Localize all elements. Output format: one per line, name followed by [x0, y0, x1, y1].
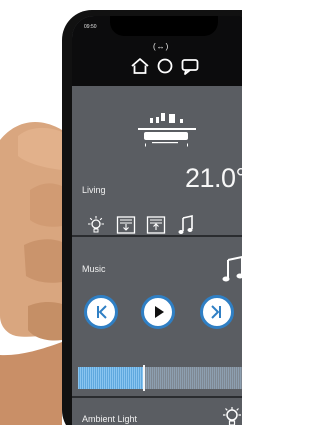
previous-button[interactable] [84, 295, 118, 329]
ambient-light-icon[interactable] [220, 405, 242, 425]
notch [110, 16, 218, 36]
music-progress-bar[interactable] [78, 365, 242, 391]
circle-icon[interactable] [156, 57, 174, 75]
music-label: Music [82, 264, 106, 274]
living-label: Living [82, 185, 106, 195]
temperature-readout: 21.0° [185, 163, 242, 193]
chat-icon[interactable] [180, 56, 200, 76]
stage: 09:50 ... (↔) [0, 0, 242, 425]
phone-screen: 09:50 ... (↔) [72, 16, 242, 425]
next-icon [211, 305, 221, 319]
previous-icon [97, 305, 107, 319]
next-button[interactable] [200, 295, 234, 329]
blind-down-icon[interactable] [115, 214, 137, 236]
top-bar: 09:50 ... (↔) [72, 16, 242, 86]
swipe-indicator: (↔) [153, 42, 170, 51]
music-progress-handle[interactable] [143, 365, 146, 391]
status-time: 09:50 [84, 24, 97, 30]
play-button[interactable] [141, 295, 175, 329]
music-progress-fill [78, 367, 145, 389]
home-icon[interactable] [130, 56, 150, 76]
music-note-icon[interactable] [175, 214, 197, 236]
room-illustration [138, 113, 196, 147]
play-icon [155, 306, 164, 318]
music-note-icon [222, 255, 242, 282]
blind-up-icon[interactable] [145, 214, 167, 236]
top-nav-icons [130, 54, 200, 78]
light-icon[interactable] [85, 214, 107, 236]
ambient-label: Ambient Light [82, 414, 138, 424]
